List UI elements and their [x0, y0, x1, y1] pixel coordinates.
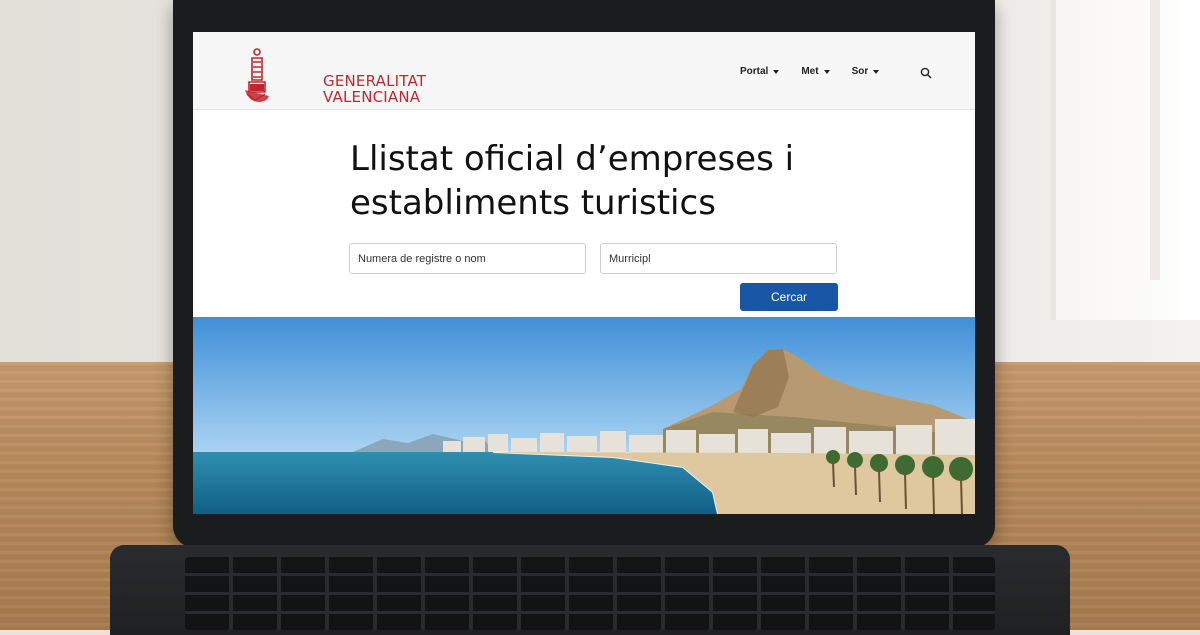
- nav-item-sor[interactable]: Sor: [852, 66, 880, 77]
- background-window: [1050, 0, 1200, 320]
- nav-item-label: Met: [801, 66, 819, 77]
- search-icon: [920, 67, 932, 79]
- search-submit-button[interactable]: Cercar: [740, 283, 838, 311]
- site-logo-link[interactable]: GENERALITAT VALENCIANA: [243, 46, 426, 106]
- brand-line-1: GENERALITAT: [323, 72, 427, 90]
- nav-item-label: Sor: [851, 66, 869, 77]
- window-mullion: [1150, 0, 1160, 280]
- hero-image: [193, 317, 975, 514]
- site-header: GENERALITAT VALENCIANA Portal Met Sor: [193, 32, 975, 110]
- chevron-down-icon: [823, 69, 830, 74]
- page-title: Llistat oficial d’empreses i establiment…: [350, 139, 795, 223]
- brand-name: GENERALITAT VALENCIANA: [323, 73, 426, 105]
- browser-viewport: GENERALITAT VALENCIANA Portal Met Sor Ll…: [193, 32, 975, 514]
- registration-or-name-input[interactable]: [349, 243, 586, 274]
- nav-item-portal[interactable]: Portal: [740, 66, 780, 77]
- chevron-down-icon: [873, 69, 880, 74]
- municipality-input[interactable]: [600, 243, 837, 274]
- search-button[interactable]: [920, 66, 934, 80]
- main-nav: Portal Met Sor: [740, 66, 901, 77]
- brand-line-2: VALENCIANA: [323, 88, 421, 106]
- nav-item-met[interactable]: Met: [801, 66, 830, 77]
- keyboard-rows: [185, 557, 995, 630]
- valencian-crown-emblem-icon: [245, 48, 269, 102]
- nav-item-label: Portal: [740, 66, 769, 77]
- chevron-down-icon: [773, 69, 780, 74]
